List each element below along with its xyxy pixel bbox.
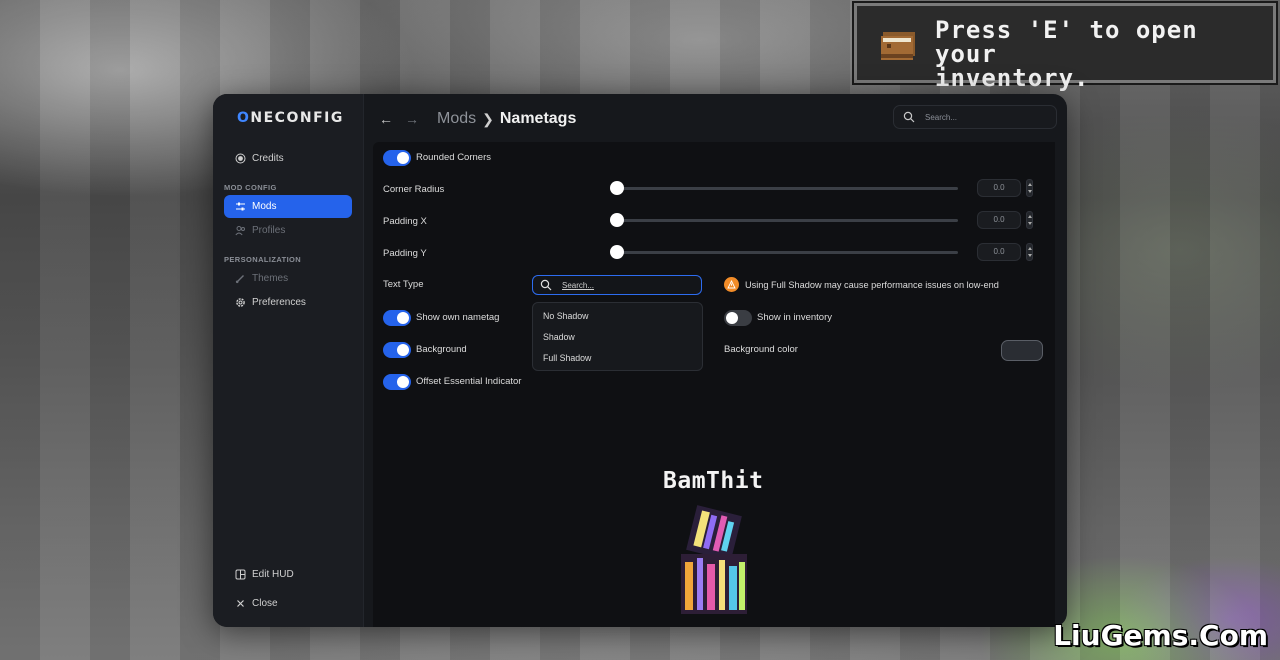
toast-line-1: Press 'E' to open your [935, 16, 1198, 68]
corner-radius-value[interactable]: 0.0 [977, 179, 1021, 197]
player-avatar [681, 505, 747, 614]
padding-x-value[interactable]: 0.0 [977, 211, 1021, 229]
breadcrumb: ← → Mods ❯ Nametags [379, 110, 576, 128]
inventory-toast: Press 'E' to open your inventory. [854, 3, 1276, 90]
gear-icon [235, 297, 246, 308]
dropdown-option-full-shadow[interactable]: Full Shadow [543, 353, 591, 363]
sidebar-item-close[interactable]: Close [224, 592, 352, 615]
sidebar-item-profiles[interactable]: Profiles [224, 219, 352, 242]
text-type-dropdown-search[interactable]: Search... [532, 275, 702, 295]
dropdown-option-shadow[interactable]: Shadow [543, 332, 575, 342]
back-arrow-icon[interactable]: ← [379, 111, 405, 127]
sidebar-item-label: Themes [252, 273, 289, 284]
rounded-corners-toggle[interactable] [383, 150, 411, 166]
search-icon [540, 279, 552, 291]
padding-y-slider-thumb[interactable] [610, 245, 624, 259]
warning-icon [724, 277, 739, 292]
settings-panel: Rounded Corners Corner Radius 0.0 Paddin… [373, 142, 1055, 627]
padding-y-label: Padding Y [383, 248, 427, 259]
corner-radius-stepper[interactable] [1026, 179, 1033, 197]
performance-warning: Using Full Shadow may cause performance … [745, 280, 999, 290]
background-toggle[interactable] [383, 342, 411, 358]
layout-icon [235, 569, 246, 580]
sidebar-item-label: Preferences [252, 297, 306, 308]
corner-radius-label: Corner Radius [383, 184, 445, 195]
search-icon [903, 111, 915, 123]
sidebar-item-credits[interactable]: Credits [224, 147, 352, 170]
corner-radius-slider[interactable] [615, 187, 958, 190]
close-icon [235, 598, 246, 609]
offset-essential-toggle[interactable] [383, 374, 411, 390]
show-own-nametag-toggle[interactable] [383, 310, 411, 326]
sidebar-item-label: Close [252, 598, 278, 609]
toast-line-2: inventory. [935, 64, 1090, 92]
padding-x-slider[interactable] [615, 219, 958, 222]
corner-radius-slider-thumb[interactable] [610, 181, 624, 195]
sidebar-item-label: Mods [252, 201, 277, 212]
section-mod-config: MOD CONFIG [224, 183, 277, 192]
dropdown-option-no-shadow[interactable]: No Shadow [543, 311, 588, 321]
toast-message: Press 'E' to open your inventory. [935, 18, 1273, 90]
sidebar-item-preferences[interactable]: Preferences [224, 291, 352, 314]
sidebar-item-edit-hud[interactable]: Edit HUD [224, 563, 352, 586]
sidebar-item-label: Credits [252, 153, 284, 164]
users-icon [235, 225, 246, 236]
oneconfig-logo: ONECONFIG [237, 110, 344, 126]
show-in-inventory-toggle[interactable] [724, 310, 752, 326]
padding-x-slider-thumb[interactable] [610, 213, 624, 227]
show-in-inventory-label: Show in inventory [757, 312, 832, 323]
book-icon [881, 32, 915, 60]
sidebar: ONECONFIG Credits MOD CONFIG Mods Profil… [213, 94, 364, 627]
oneconfig-window: ONECONFIG Credits MOD CONFIG Mods Profil… [213, 94, 1067, 627]
background-label: Background [416, 344, 467, 355]
text-type-dropdown-menu: No Shadow Shadow Full Shadow [532, 302, 703, 371]
show-own-nametag-label: Show own nametag [416, 312, 500, 323]
padding-x-stepper[interactable] [1026, 211, 1033, 229]
brush-icon [235, 273, 246, 284]
padding-y-value[interactable]: 0.0 [977, 243, 1021, 261]
credits-icon [235, 153, 246, 164]
sliders-icon [235, 201, 246, 212]
section-personalization: PERSONALIZATION [224, 255, 302, 264]
offset-essential-label: Offset Essential Indicator [416, 376, 522, 387]
sidebar-item-themes[interactable]: Themes [224, 267, 352, 290]
background-color-swatch[interactable] [1001, 340, 1043, 361]
text-type-label: Text Type [383, 279, 424, 290]
search-placeholder: Search... [925, 112, 958, 122]
nametag-preview: BamThit [663, 468, 764, 494]
sidebar-item-label: Profiles [252, 225, 286, 236]
dropdown-search-placeholder: Search... [562, 280, 595, 290]
breadcrumb-parent[interactable]: Mods [437, 110, 476, 128]
page-title: Nametags [499, 110, 577, 127]
padding-y-stepper[interactable] [1026, 243, 1033, 261]
padding-x-label: Padding X [383, 216, 427, 227]
forward-arrow-icon[interactable]: → [405, 111, 431, 127]
background-color-label: Background color [724, 344, 798, 355]
padding-y-slider[interactable] [615, 251, 958, 254]
watermark: LiuGems.Com [1053, 619, 1268, 652]
rounded-corners-label: Rounded Corners [416, 152, 491, 163]
search-input[interactable]: Search... [893, 105, 1057, 129]
sidebar-item-label: Edit HUD [252, 569, 294, 580]
chevron-right-icon: ❯ [482, 110, 494, 127]
sidebar-item-mods[interactable]: Mods [224, 195, 352, 218]
